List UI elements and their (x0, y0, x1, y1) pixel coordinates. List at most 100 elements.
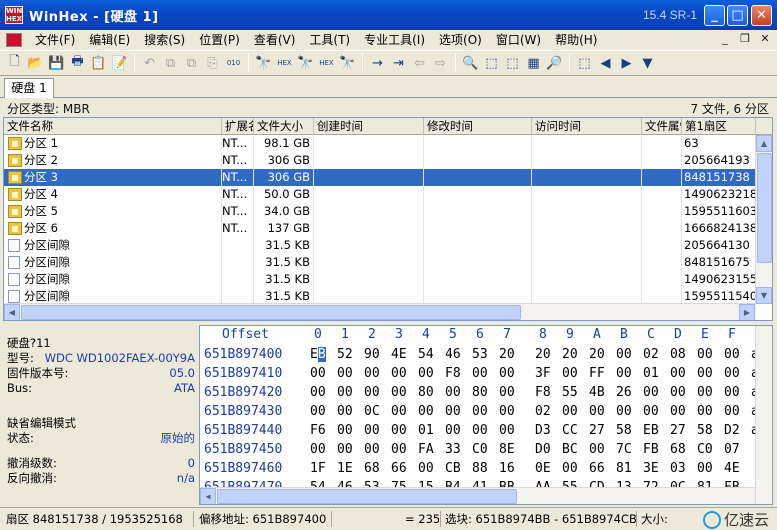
hex-byte[interactable]: F6 (310, 423, 326, 438)
hex-byte-cursor[interactable]: EB (310, 347, 326, 362)
table-row[interactable]: 分区 5 NT... 34.0 GB 1595511603 (4, 203, 756, 220)
hex-byte[interactable]: 00 (391, 442, 407, 457)
hex-byte[interactable]: 1E (337, 461, 353, 476)
hex-byte[interactable]: 00 (616, 404, 632, 419)
hex-byte[interactable]: 0C (364, 404, 380, 419)
hex-byte[interactable]: 00 (499, 404, 515, 419)
hex-byte[interactable]: 02 (535, 404, 551, 419)
hex-byte[interactable]: 00 (445, 423, 461, 438)
hex-byte[interactable]: 53 (472, 347, 488, 362)
ram-icon[interactable]: ⬚ (502, 53, 523, 73)
copy-icon[interactable]: ⧉ (160, 53, 181, 73)
hex-byte[interactable]: 00 (562, 404, 578, 419)
hex-byte[interactable]: D0 (535, 442, 551, 457)
replace-hex-icon[interactable]: HEX (316, 53, 337, 73)
hex-byte[interactable]: 58 (616, 423, 632, 438)
hex-byte[interactable]: 00 (391, 423, 407, 438)
hex-byte[interactable]: 66 (589, 461, 605, 476)
hex-byte[interactable]: 66 (391, 461, 407, 476)
hex-byte[interactable]: 26 (616, 385, 632, 400)
hex-byte[interactable]: 00 (697, 347, 713, 362)
hex-byte[interactable]: 0E (535, 461, 551, 476)
hex-byte[interactable]: 00 (391, 385, 407, 400)
mdi-close-button[interactable]: ✕ (757, 32, 773, 47)
hex-byte[interactable]: 00 (310, 442, 326, 457)
hex-byte[interactable]: D3 (535, 423, 551, 438)
hex-byte[interactable]: 00 (445, 385, 461, 400)
hex-horizontal-scrollbar[interactable]: ◀ (200, 487, 756, 504)
hex-byte[interactable]: 68 (364, 461, 380, 476)
hex-byte[interactable]: 00 (499, 366, 515, 381)
hex-byte[interactable]: 00 (697, 366, 713, 381)
hex-byte[interactable]: 7C (616, 442, 632, 457)
hex-byte[interactable]: 00 (310, 366, 326, 381)
mdi-minimize-button[interactable]: _ (717, 32, 733, 47)
menu-item-5[interactable]: 工具(T) (302, 31, 357, 49)
open-file-icon[interactable]: 📂 (25, 53, 46, 73)
hex-byte[interactable]: 88 (472, 461, 488, 476)
mdi-restore-button[interactable]: ❐ (737, 32, 753, 47)
table-row[interactable]: 分区 3 NT... 306 GB 848151738 (4, 169, 756, 186)
menu-item-8[interactable]: 窗口(W) (489, 31, 548, 49)
hex-byte[interactable]: 33 (445, 442, 461, 457)
hex-byte[interactable]: 3F (535, 366, 551, 381)
hex-byte[interactable]: 00 (472, 404, 488, 419)
hex-byte[interactable]: 46 (445, 347, 461, 362)
scroll-up-icon[interactable]: ▲ (756, 135, 772, 152)
disk-tools-icon[interactable]: ⬚ (481, 53, 502, 73)
hex-byte[interactable]: 00 (337, 385, 353, 400)
hex-byte[interactable]: 00 (697, 385, 713, 400)
dropdown-icon[interactable]: ▼ (637, 53, 658, 73)
menu-item-6[interactable]: 专业工具(I) (357, 31, 432, 49)
hex-byte[interactable]: 00 (472, 366, 488, 381)
hex-byte[interactable]: CB (445, 461, 461, 476)
menu-item-9[interactable]: 帮助(H) (548, 31, 604, 49)
hash-icon[interactable]: ⬚ (574, 53, 595, 73)
hex-byte[interactable]: 00 (697, 461, 713, 476)
back-icon[interactable]: ⇦ (409, 53, 430, 73)
hex-byte[interactable]: 01 (418, 423, 434, 438)
hex-byte[interactable]: 00 (418, 404, 434, 419)
properties-icon[interactable]: 📋 (88, 53, 109, 73)
goto-offset-icon[interactable]: → (367, 53, 388, 73)
hex-byte[interactable]: 1F (310, 461, 326, 476)
column-header-created[interactable]: 创建时间 (314, 118, 424, 135)
hex-byte[interactable]: 00 (364, 423, 380, 438)
replace-text-icon[interactable]: 🔭 (295, 53, 316, 73)
table-row[interactable]: 分区 6 NT... 137 GB 1666824138 (4, 220, 756, 237)
table-row[interactable]: 分区 1 NT... 98.1 GB 63 (4, 135, 756, 152)
hex-byte[interactable]: 00 (499, 423, 515, 438)
hex-byte[interactable]: 00 (499, 385, 515, 400)
hex-byte[interactable]: 00 (697, 404, 713, 419)
scroll-right-icon[interactable]: ▶ (739, 304, 755, 320)
hex-byte[interactable]: 00 (643, 404, 659, 419)
find-again-icon[interactable]: 🔭 (337, 53, 358, 73)
tab-disk-1[interactable]: 硬盘 1 (4, 78, 54, 98)
column-header-ext[interactable]: 扩展名 (222, 118, 254, 135)
column-header-first-sector[interactable]: 第1扇区 (682, 118, 756, 135)
hex-byte[interactable]: 00 (724, 404, 740, 419)
find-hex-icon[interactable]: HEX (274, 53, 295, 73)
scroll-thumb[interactable] (21, 305, 521, 320)
hex-byte[interactable]: 00 (472, 423, 488, 438)
hex-byte[interactable]: 00 (337, 366, 353, 381)
zoom-icon[interactable]: 🔎 (544, 53, 565, 73)
scroll-thumb[interactable] (757, 153, 772, 263)
hex-byte[interactable]: 00 (337, 442, 353, 457)
minimize-button[interactable]: _ (704, 5, 725, 26)
hex-byte[interactable]: 00 (310, 404, 326, 419)
disk-open-icon[interactable]: 🔍 (460, 53, 481, 73)
goto-sector-icon[interactable]: ⇥ (388, 53, 409, 73)
hex-byte[interactable]: 00 (670, 366, 686, 381)
hex-byte[interactable]: FF (589, 366, 605, 381)
scroll-left-icon[interactable]: ◀ (4, 304, 20, 320)
clipboard-icon[interactable]: ⎘ (202, 53, 223, 73)
menu-item-1[interactable]: 编辑(E) (82, 31, 137, 49)
hex-byte[interactable]: BC (562, 442, 578, 457)
hex-byte[interactable]: 55 (562, 385, 578, 400)
menu-item-3[interactable]: 位置(P) (192, 31, 247, 49)
undo-icon[interactable]: ↶ (139, 53, 160, 73)
hex-byte[interactable]: F8 (535, 385, 551, 400)
find-text-icon[interactable]: 🔭 (253, 53, 274, 73)
hex-byte[interactable]: 00 (364, 442, 380, 457)
